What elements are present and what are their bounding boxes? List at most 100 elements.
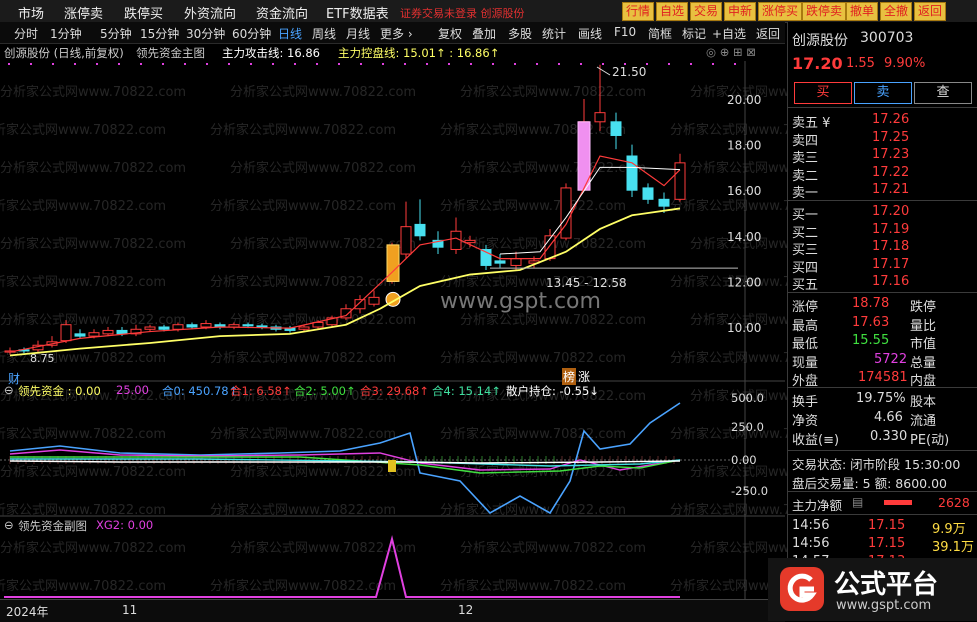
candle-body bbox=[642, 187, 654, 200]
ask-row[interactable]: 卖三 17.23 bbox=[792, 146, 974, 166]
period-60min[interactable]: 60分钟 bbox=[232, 25, 271, 42]
bid-row[interactable]: 买四 17.17 bbox=[792, 256, 974, 276]
btn-back-top[interactable]: 返回 bbox=[914, 2, 947, 21]
btn-quote[interactable]: 行情 bbox=[622, 2, 655, 21]
ask-row[interactable]: 卖二 17.22 bbox=[792, 164, 974, 184]
tool-add-watch[interactable]: +自选 bbox=[712, 25, 746, 42]
chart-stock-title: 创源股份 (日线,前复权) bbox=[4, 46, 124, 60]
stat-label: 现量 bbox=[792, 355, 819, 371]
period-more[interactable]: 更多 › bbox=[380, 25, 413, 42]
btn-apply[interactable]: 申新 bbox=[724, 2, 757, 21]
period-week[interactable]: 周线 bbox=[312, 25, 336, 42]
candle-body bbox=[626, 155, 638, 191]
tool-f10[interactable]: F10 bbox=[614, 25, 636, 39]
tool-stats[interactable]: 统计 bbox=[542, 25, 566, 42]
btn-watchlist[interactable]: 自选 bbox=[656, 2, 689, 21]
period-1min[interactable]: 1分钟 bbox=[50, 25, 82, 42]
x-label-nov: 11 bbox=[122, 603, 138, 617]
tick-row: 14:56 17.15 39.1万 bbox=[792, 535, 974, 555]
sub1-yellow-bar bbox=[388, 460, 396, 472]
period-month[interactable]: 月线 bbox=[346, 25, 370, 42]
netflow-menu-icon[interactable]: ▤ bbox=[852, 495, 863, 509]
candle-body bbox=[594, 112, 606, 123]
ask-row[interactable]: 卖五 ¥17.26 bbox=[792, 111, 974, 131]
period-30min[interactable]: 30分钟 bbox=[186, 25, 225, 42]
float-label: 流通 bbox=[910, 414, 937, 429]
sub1-he0: 合0: 450.78↑ bbox=[162, 384, 239, 398]
menu-etf-table[interactable]: ETF数据表 bbox=[326, 3, 389, 22]
candle-body bbox=[74, 333, 86, 337]
netasset-label: 净资 bbox=[792, 414, 819, 429]
share-capital-label: 股本 bbox=[910, 395, 937, 410]
tool-simple[interactable]: 简框 bbox=[648, 25, 672, 42]
top-dot-mark bbox=[206, 63, 208, 65]
y-tick-label: 12.00 bbox=[727, 275, 761, 289]
y-tick-label: 10.00 bbox=[727, 321, 761, 335]
high-pointer bbox=[596, 66, 611, 76]
period-15min[interactable]: 15分钟 bbox=[140, 25, 179, 42]
top-dot-mark bbox=[712, 63, 714, 65]
stock-code: 300703 bbox=[860, 30, 914, 46]
ask-price: 17.26 bbox=[872, 112, 910, 127]
menu-foreign-flow[interactable]: 外资流向 bbox=[184, 3, 236, 22]
menu-limit-down-buy[interactable]: 跌停买 bbox=[124, 3, 163, 22]
tool-adjust[interactable]: 复权 bbox=[438, 25, 462, 42]
y-tick-label: 16.00 bbox=[727, 184, 761, 198]
tool-multi[interactable]: 多股 bbox=[508, 25, 532, 42]
top-dot-mark bbox=[382, 63, 384, 65]
sub1-y-tick-label: -250.0 bbox=[731, 484, 768, 498]
period-day[interactable]: 日线 bbox=[278, 25, 302, 42]
btn-cancel-all[interactable]: 全撤 bbox=[880, 2, 913, 21]
netflow-label[interactable]: 主力净额 bbox=[792, 495, 842, 514]
quote-panel: 创源股份 300703 17.20 1.55 9.90% 买 卖 查 卖五 ¥1… bbox=[787, 22, 977, 621]
btn-cancel-order[interactable]: 撤单 bbox=[846, 2, 879, 21]
btn-limitdown-sell[interactable]: 跌停卖 bbox=[802, 2, 847, 21]
stat-right-label: 市值 bbox=[910, 337, 937, 352]
bid-row[interactable]: 买二 17.19 bbox=[792, 221, 974, 241]
chart-svg: 20.0018.0016.0014.0012.0010.00500.0250.0… bbox=[0, 61, 785, 599]
high-price-label: 21.50 bbox=[612, 65, 647, 79]
ask-row[interactable]: 卖四 17.25 bbox=[792, 129, 974, 149]
chart-window-icons[interactable]: ◎ ⊕ ⊞ ⊠ bbox=[706, 45, 756, 59]
period-tick[interactable]: 分时 bbox=[14, 25, 38, 42]
candle-body bbox=[674, 162, 686, 200]
tool-overlay[interactable]: 叠加 bbox=[472, 25, 496, 42]
indicator-name[interactable]: 领先资金主图 bbox=[136, 45, 205, 61]
menu-fund-flow[interactable]: 资金流向 bbox=[256, 3, 308, 22]
sub1-retail: 散户持仓: -0.55↓ bbox=[506, 384, 599, 398]
candle-body bbox=[414, 223, 426, 237]
login-notice: 证券交易未登录 创源股份 bbox=[400, 7, 525, 20]
attack-line-value: 主力攻击线: 16.86 bbox=[222, 46, 320, 60]
chart-area[interactable]: 分析家公式网www.70822.com 分析家公式网www.70822.com 分析… bbox=[0, 61, 876, 622]
price-change: 1.55 bbox=[846, 56, 875, 71]
menu-limit-up-sell[interactable]: 涨停卖 bbox=[64, 3, 103, 22]
buy-button[interactable]: 买 bbox=[794, 82, 852, 104]
bid-row[interactable]: 买三 17.18 bbox=[792, 238, 974, 258]
query-button[interactable]: 查 bbox=[914, 82, 972, 104]
period-5min[interactable]: 5分钟 bbox=[100, 25, 132, 42]
btn-limitup-buy[interactable]: 涨停买 bbox=[758, 2, 803, 21]
tool-mark[interactable]: 标记 bbox=[682, 25, 706, 42]
sub1-blue-line bbox=[9, 402, 681, 515]
brand-logo: 公式平台 www.gspt.com bbox=[768, 558, 977, 621]
btn-trade[interactable]: 交易 bbox=[690, 2, 723, 21]
stat-right-label: 跌停 bbox=[910, 300, 937, 315]
stat-row: 外盘 174581 内盘 bbox=[792, 369, 974, 389]
candle-body bbox=[242, 324, 254, 327]
eps-label: 收益(≡) bbox=[792, 433, 840, 448]
bid-row[interactable]: 买五 17.16 bbox=[792, 273, 974, 293]
bid-label: 买五 bbox=[792, 278, 819, 293]
tool-back[interactable]: 返回 bbox=[756, 25, 780, 42]
tool-draw[interactable]: 画线 bbox=[578, 25, 602, 42]
menu-market[interactable]: 市场 bbox=[18, 3, 44, 22]
sell-button[interactable]: 卖 bbox=[854, 82, 912, 104]
gspt-logo-icon bbox=[780, 567, 824, 611]
candle-body bbox=[610, 121, 622, 136]
y-tick-label: 20.00 bbox=[727, 93, 761, 107]
trade-status: 交易状态: 闭市阶段 15:30:00 bbox=[792, 457, 961, 472]
ask-row[interactable]: 卖一 17.21 bbox=[792, 181, 974, 201]
ask-price: 17.21 bbox=[872, 182, 910, 197]
bid-row[interactable]: 买一 17.20 bbox=[792, 203, 974, 223]
top-dot-mark bbox=[118, 63, 120, 65]
stat-label: 涨停 bbox=[792, 300, 819, 315]
